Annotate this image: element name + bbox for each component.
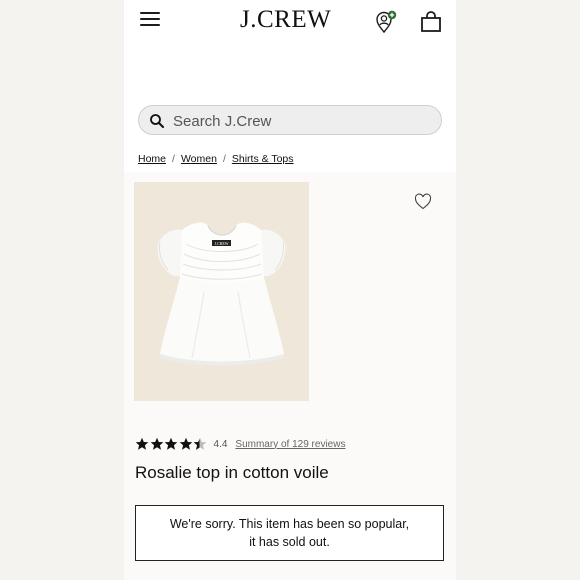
account-pin-icon[interactable]: [374, 10, 398, 34]
hamburger-menu-icon[interactable]: [140, 12, 160, 28]
jcrew-logo[interactable]: J.CREW: [240, 6, 331, 34]
product-image[interactable]: J.CREW: [134, 182, 309, 401]
sold-out-line-1: We're sorry. This item has been so popul…: [169, 517, 410, 531]
star-icon: [179, 437, 192, 450]
star-rating: [135, 437, 208, 451]
blouse-illustration: J.CREW: [134, 182, 309, 401]
product-rating: 4.4 Summary of 129 reviews: [135, 436, 345, 452]
breadcrumb-home[interactable]: Home: [138, 153, 166, 165]
search-bar[interactable]: [138, 105, 442, 135]
star-icon: [135, 437, 149, 450]
half-star-icon: [193, 437, 207, 450]
sold-out-message: We're sorry. This item has been so popul…: [135, 505, 444, 561]
product-title: Rosalie top in cotton voile: [135, 463, 329, 482]
star-icon: [150, 437, 163, 450]
mobile-screen: J.CREW Home/Women/Sh: [124, 0, 456, 580]
search-icon: [150, 114, 164, 128]
top-navigation-bar: J.CREW: [124, 0, 456, 74]
search-input[interactable]: [171, 109, 435, 133]
shopping-bag-icon[interactable]: [420, 10, 442, 34]
star-icon: [164, 437, 178, 450]
breadcrumb-shirts-tops[interactable]: Shirts & Tops: [232, 153, 294, 165]
reviews-summary-link[interactable]: Summary of 129 reviews: [235, 439, 345, 450]
breadcrumb: Home / Women / Shirts & Tops: [138, 153, 294, 165]
garment-label: J.CREW: [214, 241, 228, 246]
breadcrumb-separator: /: [222, 153, 226, 165]
sold-out-line-2: it has sold out.: [249, 535, 330, 549]
breadcrumb-women[interactable]: Women: [181, 153, 217, 165]
rating-score: 4.4: [213, 438, 228, 450]
heart-outline-icon[interactable]: [414, 193, 432, 210]
breadcrumb-separator: /: [172, 153, 175, 165]
